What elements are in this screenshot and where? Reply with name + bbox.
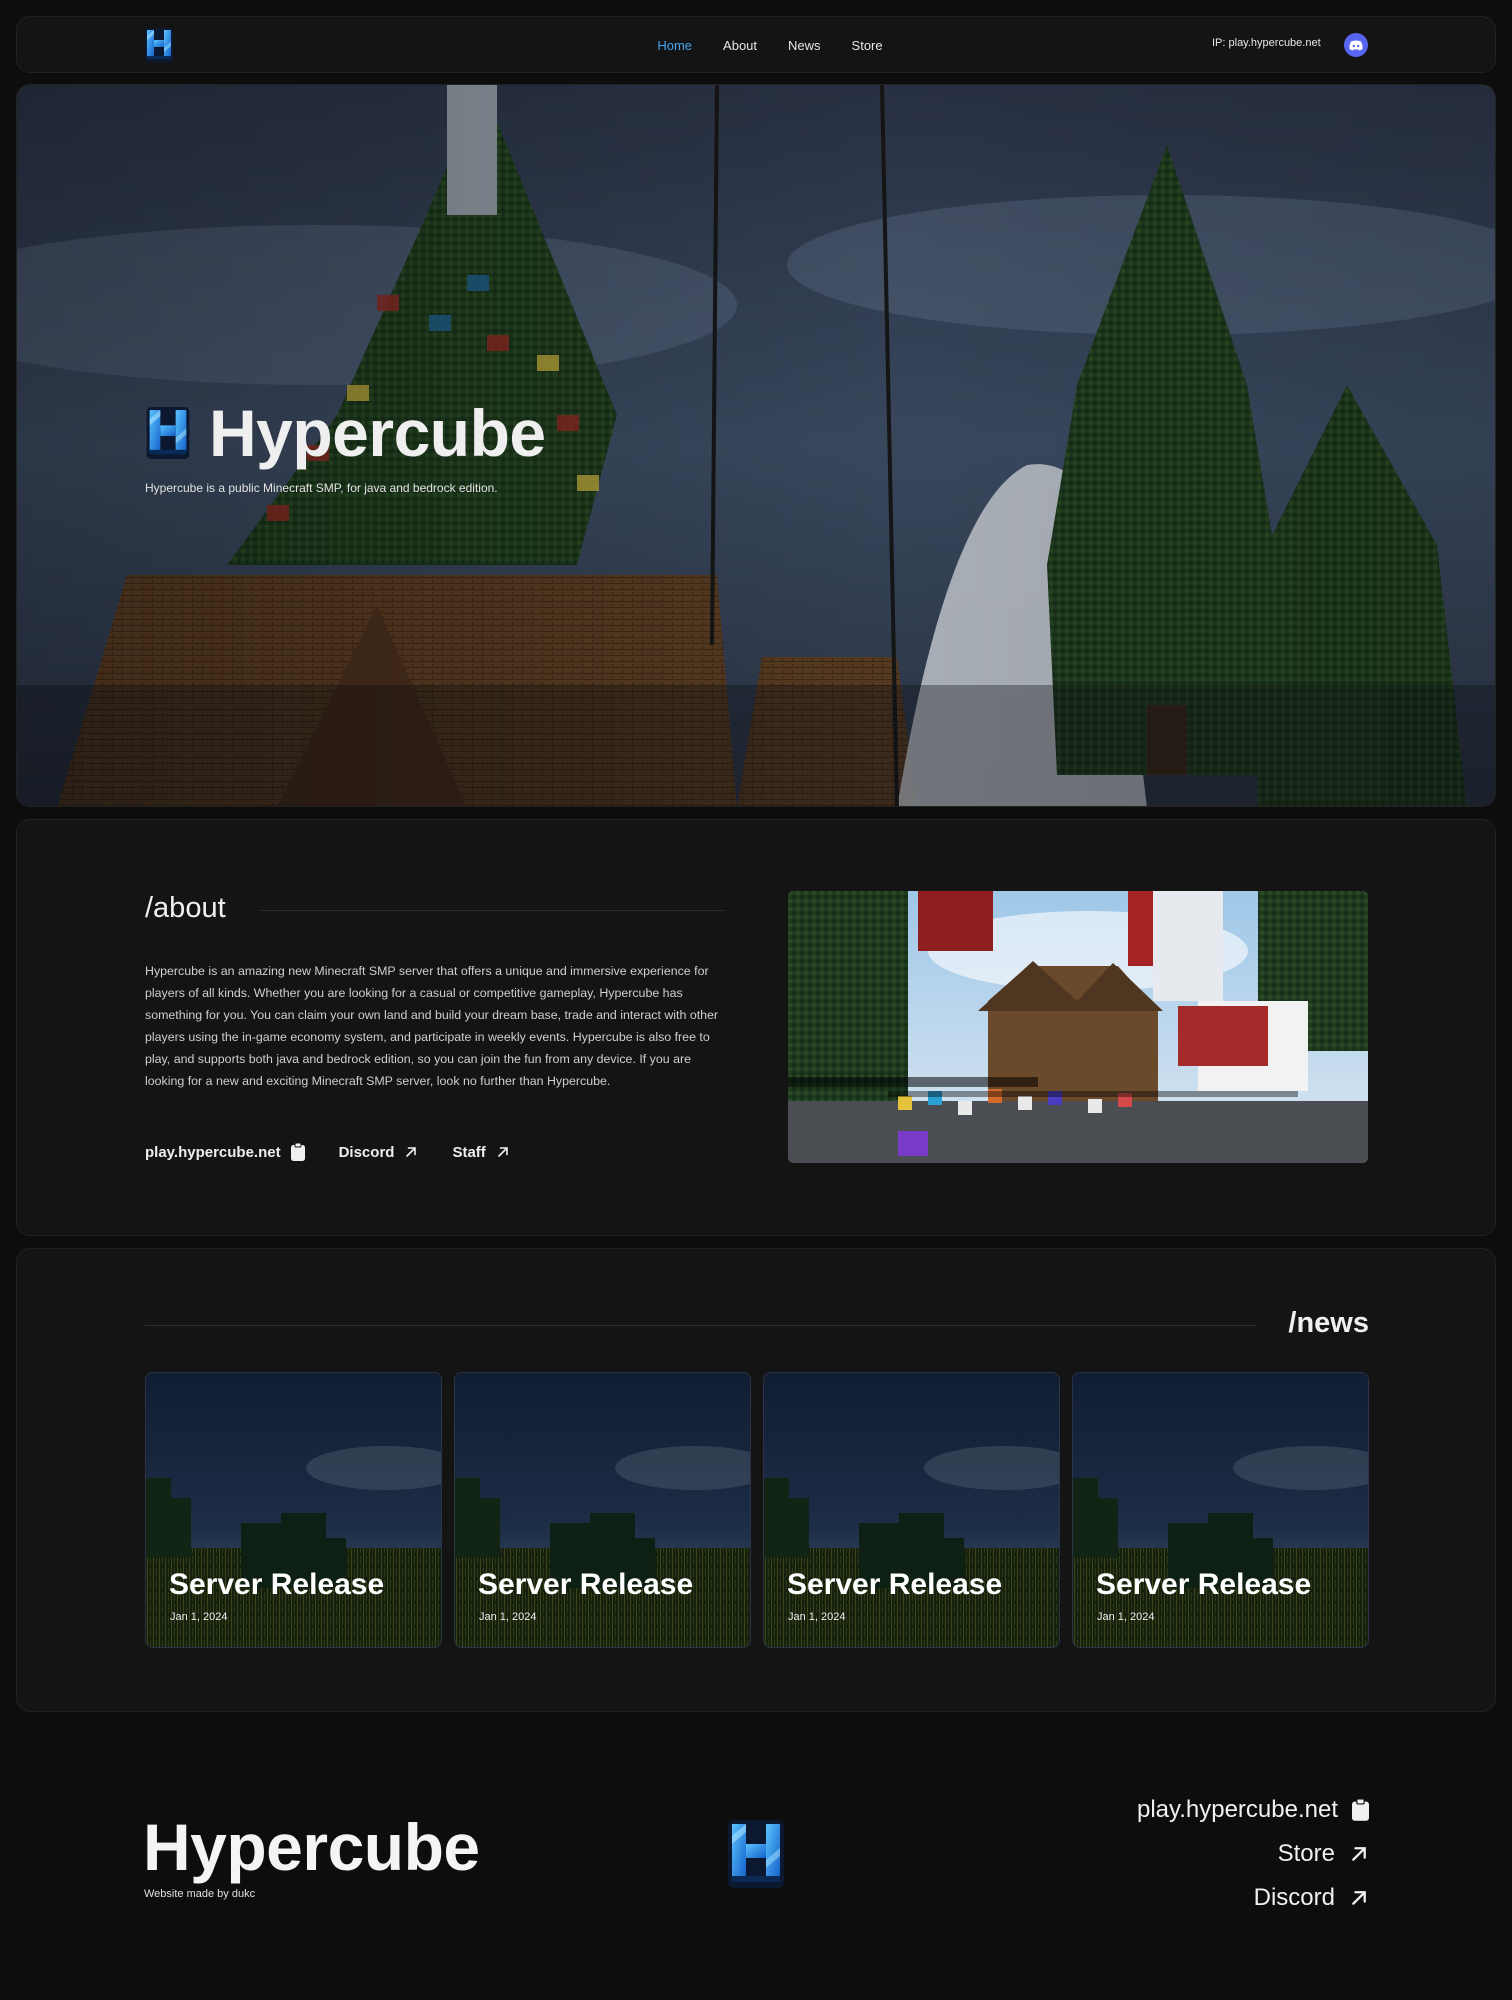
server-ip-label[interactable]: IP: play.hypercube.net (1212, 37, 1321, 49)
about-body: Hypercube is an amazing new Minecraft SM… (145, 964, 719, 1088)
news-card-image (764, 1373, 1059, 1647)
about-section: /about Hypercube is an amazing new Minec… (16, 819, 1496, 1236)
clipboard-icon (291, 1143, 305, 1161)
divider (145, 1325, 1257, 1326)
staff-link-label: Staff (452, 1143, 486, 1161)
footer-credit: Website made by dukc (144, 1888, 256, 1900)
news-card-image (455, 1373, 750, 1647)
news-card-date: Jan 1, 2024 (170, 1611, 228, 1623)
arrow-up-right-icon (1349, 1888, 1369, 1908)
news-header: /news (145, 1307, 1369, 1340)
copy-ip-label: play.hypercube.net (145, 1143, 281, 1161)
news-heading: /news (1288, 1307, 1369, 1339)
news-card-date: Jan 1, 2024 (479, 1611, 537, 1623)
hypercube-logo-icon (727, 1820, 785, 1888)
about-screenshot-image (788, 891, 1368, 1163)
news-section: /news Server Release Jan 1, 2024 Server … (16, 1248, 1496, 1712)
news-card-title: Server Release (1096, 1568, 1312, 1601)
footer-copy-ip-link[interactable]: play.hypercube.net (1137, 1795, 1369, 1825)
hero-title-row: Hypercube (145, 395, 546, 471)
footer-store-label: Store (1277, 1840, 1335, 1867)
arrow-up-right-icon (1349, 1844, 1369, 1864)
about-heading: /about (145, 892, 226, 924)
news-card[interactable]: Server Release Jan 1, 2024 (1072, 1372, 1369, 1648)
footer-store-link[interactable]: Store (1278, 1839, 1369, 1869)
footer-discord-label: Discord (1253, 1884, 1335, 1911)
news-card-title: Server Release (169, 1568, 385, 1601)
news-card-image (146, 1373, 441, 1647)
copy-ip-link[interactable]: play.hypercube.net (145, 1143, 305, 1161)
hero-subtitle: Hypercube is a public Minecraft SMP, for… (145, 481, 498, 495)
news-card-image (1073, 1373, 1368, 1647)
footer-discord-link[interactable]: Discord (1254, 1883, 1369, 1913)
arrow-up-right-icon (404, 1145, 418, 1159)
news-card-title: Server Release (787, 1568, 1003, 1601)
arrow-up-right-icon (496, 1145, 510, 1159)
news-card-title: Server Release (478, 1568, 694, 1601)
about-links: play.hypercube.net Discord Staff (145, 1143, 510, 1161)
nav-link-news[interactable]: News (788, 38, 821, 53)
discord-link-label: Discord (338, 1143, 395, 1161)
news-card[interactable]: Server Release Jan 1, 2024 (145, 1372, 442, 1648)
discord-icon[interactable] (1344, 33, 1368, 57)
news-card[interactable]: Server Release Jan 1, 2024 (454, 1372, 751, 1648)
news-card-list: Server Release Jan 1, 2024 Server Releas… (145, 1372, 1369, 1648)
nav-link-about[interactable]: About (723, 38, 757, 53)
top-navbar: Home About News Store IP: play.hypercube… (16, 16, 1496, 73)
footer-title: Hypercube (143, 1810, 480, 1884)
nav-link-store[interactable]: Store (852, 38, 883, 53)
hero-title: Hypercube (209, 396, 546, 470)
clipboard-icon (1352, 1799, 1369, 1821)
staff-link[interactable]: Staff (452, 1144, 509, 1161)
news-card-date: Jan 1, 2024 (1097, 1611, 1155, 1623)
news-card[interactable]: Server Release Jan 1, 2024 (763, 1372, 1060, 1648)
about-header: /about (145, 892, 725, 925)
hero-section: Hypercube Hypercube is a public Minecraf… (16, 84, 1496, 807)
hypercube-logo-icon (145, 407, 191, 459)
footer-links: play.hypercube.net Store Discord (1137, 1795, 1369, 1913)
divider (259, 910, 725, 911)
discord-link[interactable]: Discord (339, 1144, 419, 1161)
nav-link-home[interactable]: Home (657, 38, 692, 53)
footer-copy-ip-label: play.hypercube.net (1136, 1796, 1338, 1823)
news-card-date: Jan 1, 2024 (788, 1611, 846, 1623)
